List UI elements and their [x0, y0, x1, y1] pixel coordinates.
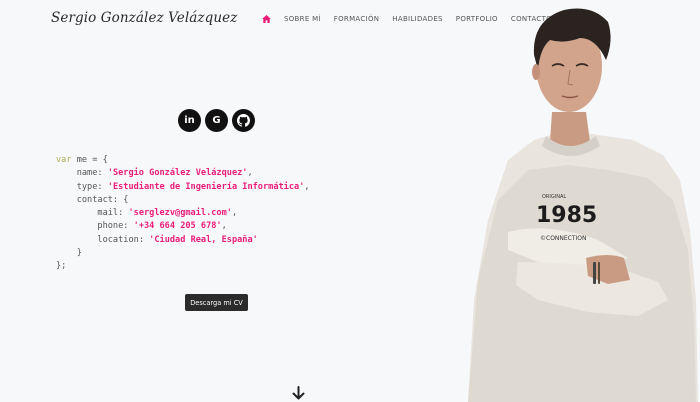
code-value-type: 'Estudiante de Ingeniería Informática'	[107, 181, 305, 192]
code-key-contact: contact	[76, 194, 113, 205]
arrow-down-icon[interactable]	[292, 386, 305, 400]
code-value-name: 'Sergio González Velázquez'	[107, 168, 248, 179]
google-link[interactable]: G	[205, 109, 228, 132]
download-cv-button[interactable]: Descarga mi CV	[185, 294, 248, 311]
github-icon	[237, 114, 250, 127]
code-var-name: me	[76, 155, 88, 165]
google-icon: G	[212, 115, 221, 126]
code-key-location: location	[97, 234, 139, 245]
code-value-mail: 'serglezv@gmail.com'	[128, 208, 232, 219]
code-key-phone: phone	[97, 221, 124, 232]
linkedin-icon: in	[184, 115, 195, 126]
social-links: in G	[178, 109, 255, 132]
nav-item-formacion[interactable]: FORMACIÓN	[334, 15, 380, 23]
github-link[interactable]	[232, 109, 255, 132]
code-keyword: var	[56, 155, 72, 165]
nav-home[interactable]	[262, 15, 271, 23]
nav-item-sobre-mi[interactable]: SOBRE MÍ	[284, 15, 321, 23]
profile-photo: ORIGINAL 1985 ©CONNECTION	[468, 8, 698, 402]
home-icon	[262, 15, 271, 23]
nav-item-habilidades[interactable]: HABILIDADES	[392, 15, 443, 23]
code-value-location: 'Ciudad Real, España'	[149, 234, 258, 245]
site-brand[interactable]: Sergio González Velázquez	[51, 10, 237, 26]
code-value-phone: '+34 664 205 678'	[133, 221, 222, 232]
shirt-print-main: 1985	[536, 203, 597, 228]
code-key-type: type	[76, 181, 98, 192]
linkedin-link[interactable]: in	[178, 109, 201, 132]
code-card: var me = { name: 'Sergio González Velázq…	[56, 155, 310, 272]
code-key-name: name	[76, 168, 98, 179]
shirt-print-sub: ©CONNECTION	[540, 235, 587, 242]
code-key-mail: mail	[97, 208, 119, 219]
shirt-print-badge: ORIGINAL	[542, 194, 566, 200]
